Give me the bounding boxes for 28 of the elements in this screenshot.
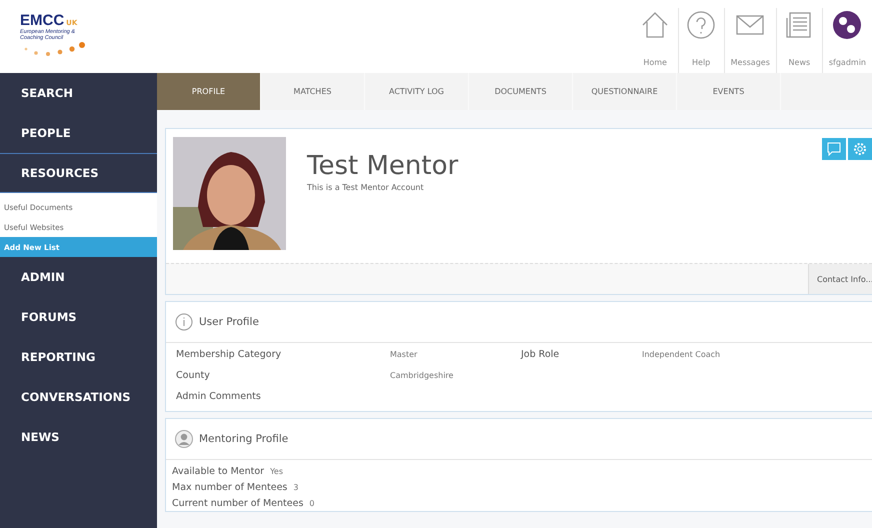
- field-value: Yes: [270, 467, 284, 476]
- tab[interactable]: PROFILE: [157, 73, 261, 110]
- field-label: Max number of Mentees: [172, 481, 288, 495]
- field-label: Job Role: [521, 348, 560, 362]
- field-label: Membership Category: [176, 348, 282, 362]
- logo-name: EMCC: [20, 12, 64, 29]
- field-label: County: [176, 369, 211, 383]
- profile-subtitle: This is a Test Mentor Account: [307, 183, 425, 192]
- sidebar-item[interactable]: REPORTING: [0, 337, 157, 377]
- section-title: Mentoring Profile: [199, 433, 288, 445]
- profile-name: Test Mentor: [307, 151, 458, 181]
- header-nav-button[interactable]: Home: [632, 8, 678, 73]
- field-label: Available to Mentor: [172, 465, 264, 479]
- sidebar-item[interactable]: NEWS: [0, 417, 157, 457]
- sidebar-item[interactable]: SEARCH: [0, 73, 157, 113]
- field-label: Admin Comments: [176, 390, 262, 404]
- field-value: Independent Coach: [642, 349, 722, 361]
- section-title: User Profile: [199, 316, 259, 328]
- sidebar-item[interactable]: ADMIN: [0, 257, 157, 297]
- field-value: 0: [309, 499, 314, 508]
- field-label: Current number of Mentees: [172, 497, 304, 511]
- field-value: Master: [390, 349, 418, 361]
- sidebar-item[interactable]: PEOPLE: [0, 113, 157, 153]
- user-menu-button[interactable]: sfgadmin: [822, 8, 872, 73]
- sidebar-item[interactable]: CONVERSATIONS: [0, 377, 157, 417]
- field-value: 3: [293, 483, 298, 492]
- sidebar-item[interactable]: FORUMS: [0, 297, 157, 337]
- field-value: Cambridgeshire: [390, 370, 454, 382]
